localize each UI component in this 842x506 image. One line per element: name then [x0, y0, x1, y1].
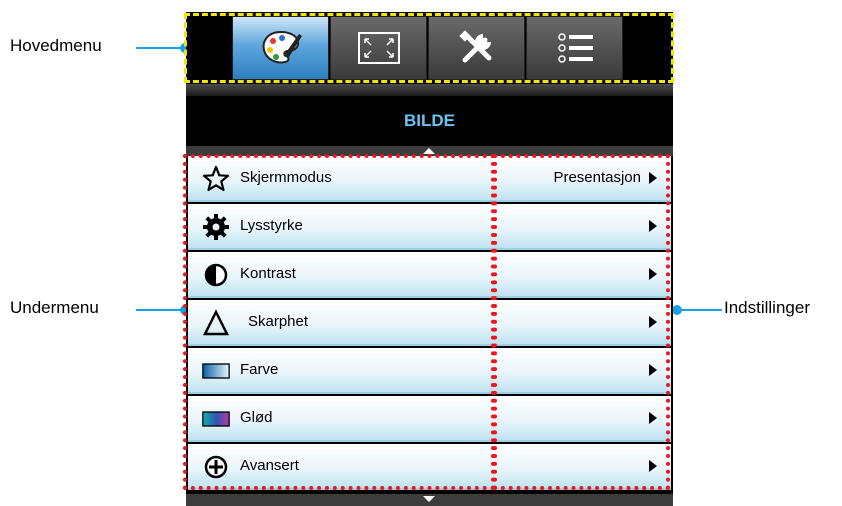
- menu-title: BILDE: [404, 111, 455, 130]
- callout-main-menu: Hovedmenu: [10, 36, 102, 55]
- scroll-down[interactable]: [186, 494, 673, 506]
- settings-highlight: [493, 154, 670, 490]
- main-menu-highlight: [184, 13, 674, 83]
- callout-sub-menu-line: [136, 309, 184, 311]
- callout-settings-line: [676, 309, 722, 311]
- sub-menu-highlight: [183, 154, 495, 490]
- tab-underline-bar: [186, 84, 673, 96]
- callout-main-menu-line: [136, 47, 184, 49]
- callout-settings: Indstillinger: [724, 298, 810, 317]
- callout-sub-menu: Undermenu: [10, 298, 99, 317]
- chevron-down-icon: [423, 496, 435, 502]
- callout-settings-dot: [672, 305, 682, 315]
